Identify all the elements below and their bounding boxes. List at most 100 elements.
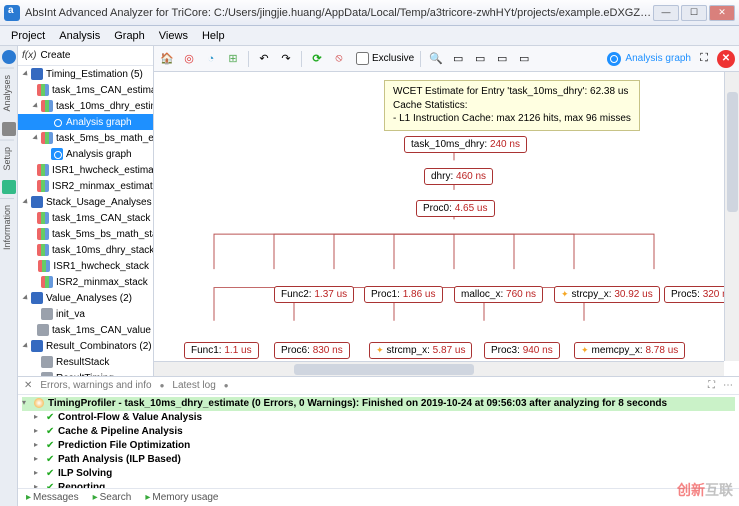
tree-item-icon [37, 212, 49, 224]
twisty-icon[interactable] [22, 198, 29, 205]
menu-graph[interactable]: Graph [107, 28, 152, 44]
tree-item[interactable]: ISR1_hwcheck_estimate [18, 162, 153, 178]
tree-item[interactable]: task_10ms_dhry_stack [18, 242, 153, 258]
menubar: Project Analysis Graph Views Help [0, 26, 739, 46]
tool-refresh-icon[interactable]: ⟳ [308, 50, 326, 68]
tool-undo-icon[interactable]: ↶ [255, 50, 273, 68]
tree-item[interactable]: Value_Analyses (2) [18, 290, 153, 306]
tree-item[interactable]: task_10ms_dhry_estimate [18, 98, 153, 114]
tree-item[interactable]: ResultStack [18, 354, 153, 370]
node-malloc[interactable]: malloc_x: 760 ns [454, 286, 543, 303]
tree-item[interactable]: ISR1_hwcheck_stack [18, 258, 153, 274]
tool-zoom-icon[interactable]: 🔍 [427, 50, 445, 68]
tool-globe-icon[interactable]: ◎ [180, 50, 198, 68]
twisty-icon[interactable] [22, 342, 29, 349]
wcet-tooltip: WCET Estimate for Entry 'task_10ms_dhry'… [384, 80, 640, 131]
tree-item[interactable]: task_5ms_bs_math_stack [18, 226, 153, 242]
panel-close-button[interactable]: ✕ [717, 50, 735, 68]
twisty-icon[interactable]: ▸ [34, 467, 42, 478]
project-tree[interactable]: Timing_Estimation (5)task_1ms_CAN_estima… [18, 66, 153, 376]
node-strcpy[interactable]: strcpy_x: 30.92 us [554, 286, 660, 303]
tree-item-icon [51, 148, 63, 160]
tree-item-label: Result_Combinators (2) [46, 341, 152, 352]
tree-item[interactable]: Analysis graph [18, 114, 153, 130]
tree-item-label: ISR1_hwcheck_estimate [52, 165, 153, 176]
window-close-button[interactable]: ✕ [709, 5, 735, 21]
graph-canvas[interactable]: WCET Estimate for Entry 'task_10ms_dhry'… [154, 72, 739, 376]
tool-redo-icon[interactable]: ↷ [277, 50, 295, 68]
node-proc1[interactable]: Proc1: 1.86 us [364, 286, 443, 303]
twisty-icon[interactable] [22, 70, 29, 77]
node-memcpy[interactable]: memcpy_x: 8.78 us [574, 342, 685, 359]
window-maximize-button[interactable]: ☐ [681, 5, 707, 21]
left-tab-analyses[interactable]: Analyses [0, 68, 14, 118]
tool-stop-icon[interactable]: ⦸ [330, 50, 348, 68]
tree-item[interactable]: task_1ms_CAN_value [18, 322, 153, 338]
tree-item-label: ISR2_minmax_stack [56, 277, 148, 288]
tree-item[interactable]: Result_Combinators (2) [18, 338, 153, 354]
node-func1[interactable]: Func1: 1.1 us [184, 342, 259, 359]
tool-doc3-icon[interactable]: ▭ [493, 50, 511, 68]
tool-expand-icon[interactable]: ⛶ [695, 50, 713, 68]
left-tab-icon[interactable] [2, 122, 16, 136]
left-tab-information[interactable]: Information [0, 198, 14, 256]
node-dhry[interactable]: dhry: 460 ns [424, 168, 493, 185]
log-body[interactable]: ▾ TimingProfiler - task_10ms_dhry_estima… [18, 395, 739, 488]
twisty-icon[interactable] [22, 294, 29, 301]
tree-item[interactable]: Timing_Estimation (5) [18, 66, 153, 82]
menu-help[interactable]: Help [195, 28, 232, 44]
window-minimize-button[interactable]: ― [653, 5, 679, 21]
tree-item[interactable]: ISR2_minmax_stack [18, 274, 153, 290]
twisty-icon[interactable]: ▸ [34, 481, 42, 488]
tree-item[interactable]: task_1ms_CAN_stack [18, 210, 153, 226]
left-tab-icon[interactable] [2, 180, 16, 194]
tool-chart-icon[interactable]: ◔ [202, 50, 220, 68]
tree-item-icon [41, 276, 53, 288]
node-task10ms[interactable]: task_10ms_dhry: 240 ns [404, 136, 527, 153]
graph-scrollbar-horizontal[interactable] [154, 361, 724, 376]
log-menu-icon[interactable]: ⋯ [723, 380, 733, 391]
left-tab-icon[interactable] [2, 50, 16, 64]
log-tab-messages[interactable]: ▸Messages [26, 492, 79, 503]
tool-doc1-icon[interactable]: ▭ [449, 50, 467, 68]
twisty-icon[interactable]: ▸ [34, 411, 42, 422]
twisty-icon[interactable]: ▸ [34, 439, 42, 450]
tree-item-label: ISR2_minmax_estimate [52, 181, 153, 192]
tree-item[interactable]: task_1ms_CAN_estimate [18, 82, 153, 98]
graph-scrollbar-vertical[interactable] [724, 72, 739, 361]
tool-doc2-icon[interactable]: ▭ [471, 50, 489, 68]
log-tab-memory[interactable]: ▸Memory usage [145, 492, 218, 503]
log-filter-errors[interactable]: ✕ [24, 380, 32, 391]
node-proc6[interactable]: Proc6: 830 ns [274, 342, 350, 359]
log-line: ▸✔ILP Solving [22, 467, 735, 481]
twisty-icon[interactable]: ▸ [34, 425, 42, 436]
tool-tree-icon[interactable]: ⊞ [224, 50, 242, 68]
exclusive-checkbox[interactable]: Exclusive [356, 52, 414, 65]
log-expand-icon[interactable]: ⛶ [708, 380, 715, 391]
exclusive-checkbox-input[interactable] [356, 52, 369, 65]
create-label[interactable]: Create [40, 50, 70, 61]
tree-item[interactable]: Analysis graph [18, 146, 153, 162]
tool-home-icon[interactable]: 🏠 [158, 50, 176, 68]
tree-item-label: Analysis graph [66, 149, 132, 160]
menu-analysis[interactable]: Analysis [52, 28, 107, 44]
node-proc3[interactable]: Proc3: 940 ns [484, 342, 560, 359]
tree-item[interactable]: init_va [18, 306, 153, 322]
log-tab-search[interactable]: ▸Search [93, 492, 132, 503]
tool-doc4-icon[interactable]: ▭ [515, 50, 533, 68]
node-strcmp[interactable]: strcmp_x: 5.87 us [369, 342, 472, 359]
node-proc0[interactable]: Proc0: 4.65 us [416, 200, 495, 217]
log-twisty-icon[interactable]: ▾ [22, 397, 30, 408]
menu-project[interactable]: Project [4, 28, 52, 44]
tree-item[interactable]: ISR2_minmax_estimate [18, 178, 153, 194]
log-filter-label: Errors, warnings and info [40, 380, 151, 391]
tree-item[interactable]: Stack_Usage_Analyses (5) [18, 194, 153, 210]
tree-item[interactable]: task_5ms_bs_math_estim [18, 130, 153, 146]
twisty-icon[interactable]: ▸ [34, 453, 42, 464]
twisty-icon[interactable] [32, 134, 39, 141]
node-func2[interactable]: Func2: 1.37 us [274, 286, 354, 303]
left-tab-setup[interactable]: Setup [0, 140, 14, 177]
twisty-icon[interactable] [32, 102, 39, 109]
menu-views[interactable]: Views [152, 28, 195, 44]
log-line: ▸✔Control-Flow & Value Analysis [22, 411, 735, 425]
